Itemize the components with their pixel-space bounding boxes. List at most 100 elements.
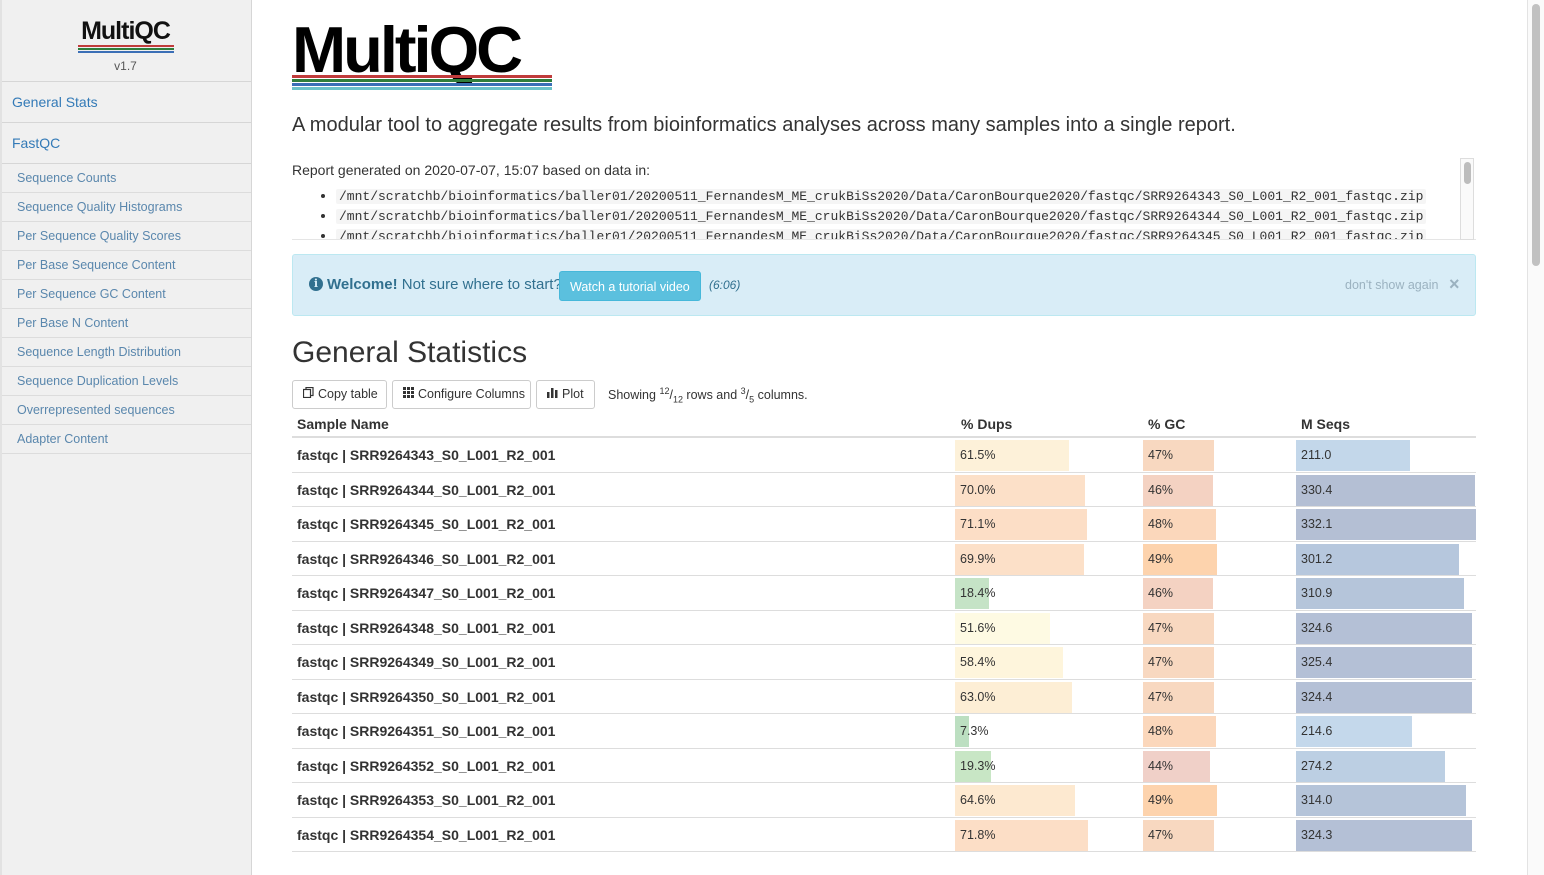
table-row[interactable]: fastqc | SRR9264353_S0_L001_R2_001 64.6% 4… <box>292 783 1476 818</box>
sample-name-cell: fastqc | SRR9264343_S0_L001_R2_001 <box>297 447 556 463</box>
dups-value: 19.3% <box>960 758 996 773</box>
seqs-cell: 332.1 <box>1296 509 1476 540</box>
logo-line <box>292 75 552 78</box>
table-row[interactable]: fastqc | SRR9264354_S0_L001_R2_001 71.8% 4… <box>292 818 1476 852</box>
dups-cell: 71.1% <box>955 509 1140 540</box>
multiqc-logo: MultiQC <box>292 17 554 92</box>
sample-name-cell: fastqc | SRR9264344_S0_L001_R2_001 <box>297 481 556 498</box>
sidebar-item-sequence-length-distribution[interactable]: Sequence Length Distribution <box>0 338 251 367</box>
tutorial-duration: (6:06) <box>709 278 741 292</box>
header-sample-name[interactable]: Sample Name <box>297 416 389 432</box>
sample-name-cell: fastqc | SRR9264353_S0_L001_R2_001 <box>297 792 556 808</box>
table-row[interactable]: fastqc | SRR9264348_S0_L001_R2_001 51.6% 4… <box>292 611 1476 645</box>
sidebar-item-sequence-counts[interactable]: Sequence Counts <box>0 164 251 193</box>
gc-cell: 47% <box>1143 819 1295 851</box>
seqs-cell: 324.6 <box>1296 612 1476 644</box>
seqs-value: 324.3 <box>1301 827 1333 842</box>
gc-cell: 46% <box>1143 474 1295 506</box>
table-row[interactable]: fastqc | SRR9264351_S0_L001_R2_001 7.3% 48… <box>292 714 1476 749</box>
seqs-value: 314.0 <box>1301 793 1333 807</box>
dups-cell: 61.5% <box>955 440 1140 471</box>
header-gc[interactable]: % GC <box>1148 416 1185 432</box>
gc-cell: 47% <box>1143 612 1295 644</box>
gc-value: 49% <box>1148 551 1174 566</box>
table-row[interactable]: fastqc | SRR9264343_S0_L001_R2_001 61.5% 4… <box>292 438 1476 473</box>
files-scrollbar-thumb[interactable] <box>1464 162 1471 184</box>
header-m-seqs[interactable]: M Seqs <box>1301 416 1350 432</box>
seqs-cell: 211.0 <box>1296 440 1476 471</box>
sample-name-cell: fastqc | SRR9264354_S0_L001_R2_001 <box>297 826 556 843</box>
dups-value: 61.5% <box>960 448 996 462</box>
info-icon: i <box>309 277 323 291</box>
seqs-cell: 214.6 <box>1296 716 1476 747</box>
sidebar-item-adapter-content[interactable]: Adapter Content <box>0 425 251 454</box>
gc-value: 48% <box>1148 724 1174 738</box>
seqs-value: 332.1 <box>1301 517 1333 531</box>
showing-summary: Showing 12/12 rows and 3/5 columns. <box>608 386 808 405</box>
sample-name-cell: fastqc | SRR9264350_S0_L001_R2_001 <box>297 688 556 705</box>
gc-cell: 48% <box>1143 509 1295 540</box>
logo-line <box>292 87 552 90</box>
tutorial-video-button[interactable]: Watch a tutorial video <box>559 271 701 301</box>
dont-show-again-link[interactable]: don't show again <box>1345 278 1438 292</box>
dups-cell: 71.8% <box>955 819 1140 851</box>
multiqc-logo-lines <box>292 75 552 91</box>
sidebar-item-per-base-sequence-content[interactable]: Per Base Sequence Content <box>0 251 251 280</box>
welcome-title: Welcome! <box>327 276 398 293</box>
list-item: /mnt/scratchb/bioinformatics/baller01/20… <box>336 226 1476 239</box>
dups-cell: 58.4% <box>955 647 1140 678</box>
gc-value: 47% <box>1148 827 1174 842</box>
sidebar-logo-lines <box>77 45 174 53</box>
welcome-message: Not sure where to start? <box>401 276 562 293</box>
file-path: /mnt/scratchb/bioinformatics/baller01/20… <box>336 189 1427 204</box>
sidebar-item-sequence-duplication-levels[interactable]: Sequence Duplication Levels <box>0 367 251 396</box>
logo-line <box>77 45 174 47</box>
showing-prefix: Showing <box>608 388 660 403</box>
file-path: /mnt/scratchb/bioinformatics/baller01/20… <box>336 209 1427 224</box>
sidebar-item-fastqc[interactable]: FastQC <box>0 123 251 164</box>
copy-table-label: Copy table <box>318 387 378 401</box>
plot-button[interactable]: Plot <box>536 380 595 409</box>
dups-cell: 64.6% <box>955 785 1140 816</box>
table-row[interactable]: fastqc | SRR9264347_S0_L001_R2_001 18.4% 4… <box>292 576 1476 611</box>
dups-value: 7.3% <box>960 724 989 738</box>
logo-line <box>292 83 552 86</box>
page-scrollbar-thumb[interactable] <box>1532 4 1540 266</box>
sidebar-item-general-stats[interactable]: General Stats <box>0 82 251 123</box>
header-dups[interactable]: % Dups <box>961 416 1012 432</box>
table-row[interactable]: fastqc | SRR9264346_S0_L001_R2_001 69.9% 4… <box>292 542 1476 576</box>
seqs-value: 325.4 <box>1301 655 1333 669</box>
seqs-value: 324.6 <box>1301 620 1333 635</box>
files-scrollbar[interactable] <box>1460 158 1474 240</box>
showing-suffix: columns. <box>754 388 808 403</box>
seqs-value: 301.2 <box>1301 551 1333 566</box>
table-row[interactable]: fastqc | SRR9264352_S0_L001_R2_001 19.3% 4… <box>292 749 1476 783</box>
table-row[interactable]: fastqc | SRR9264349_S0_L001_R2_001 58.4% 4… <box>292 645 1476 680</box>
seqs-cell: 314.0 <box>1296 785 1476 816</box>
sidebar-item-overrepresented-sequences[interactable]: Overrepresented sequences <box>0 396 251 425</box>
seqs-value: 324.4 <box>1301 689 1333 704</box>
table-row[interactable]: fastqc | SRR9264345_S0_L001_R2_001 71.1% 4… <box>292 507 1476 542</box>
dups-value: 69.9% <box>960 551 996 566</box>
close-icon[interactable]: × <box>1449 274 1460 295</box>
configure-columns-button[interactable]: Configure Columns <box>392 380 531 409</box>
copy-table-button[interactable]: Copy table <box>292 380 387 409</box>
gc-cell: 47% <box>1143 440 1295 471</box>
page-scrollbar[interactable] <box>1527 0 1544 875</box>
intro-tagline: A modular tool to aggregate results from… <box>292 114 1236 136</box>
table-row[interactable]: fastqc | SRR9264344_S0_L001_R2_001 70.0% 4… <box>292 473 1476 507</box>
sidebar-item-per-base-n-content[interactable]: Per Base N Content <box>0 309 251 338</box>
seqs-value: 310.9 <box>1301 586 1333 600</box>
sidebar-item-per-sequence-gc-content[interactable]: Per Sequence GC Content <box>0 280 251 309</box>
report-files-list[interactable]: /mnt/scratchb/bioinformatics/baller01/20… <box>292 186 1476 240</box>
logo-line <box>292 79 552 82</box>
table-row[interactable]: fastqc | SRR9264350_S0_L001_R2_001 63.0% 4… <box>292 680 1476 714</box>
gc-value: 47% <box>1148 655 1174 669</box>
sidebar-item-sequence-quality-histograms[interactable]: Sequence Quality Histograms <box>0 193 251 222</box>
sidebar-logo[interactable]: MultiQC v1.7 <box>0 0 251 82</box>
dups-value: 71.8% <box>960 827 996 842</box>
gc-value: 47% <box>1148 448 1174 462</box>
dups-cell: 69.9% <box>955 543 1140 575</box>
sidebar-item-per-sequence-quality-scores[interactable]: Per Sequence Quality Scores <box>0 222 251 251</box>
list-item: /mnt/scratchb/bioinformatics/baller01/20… <box>336 206 1476 226</box>
